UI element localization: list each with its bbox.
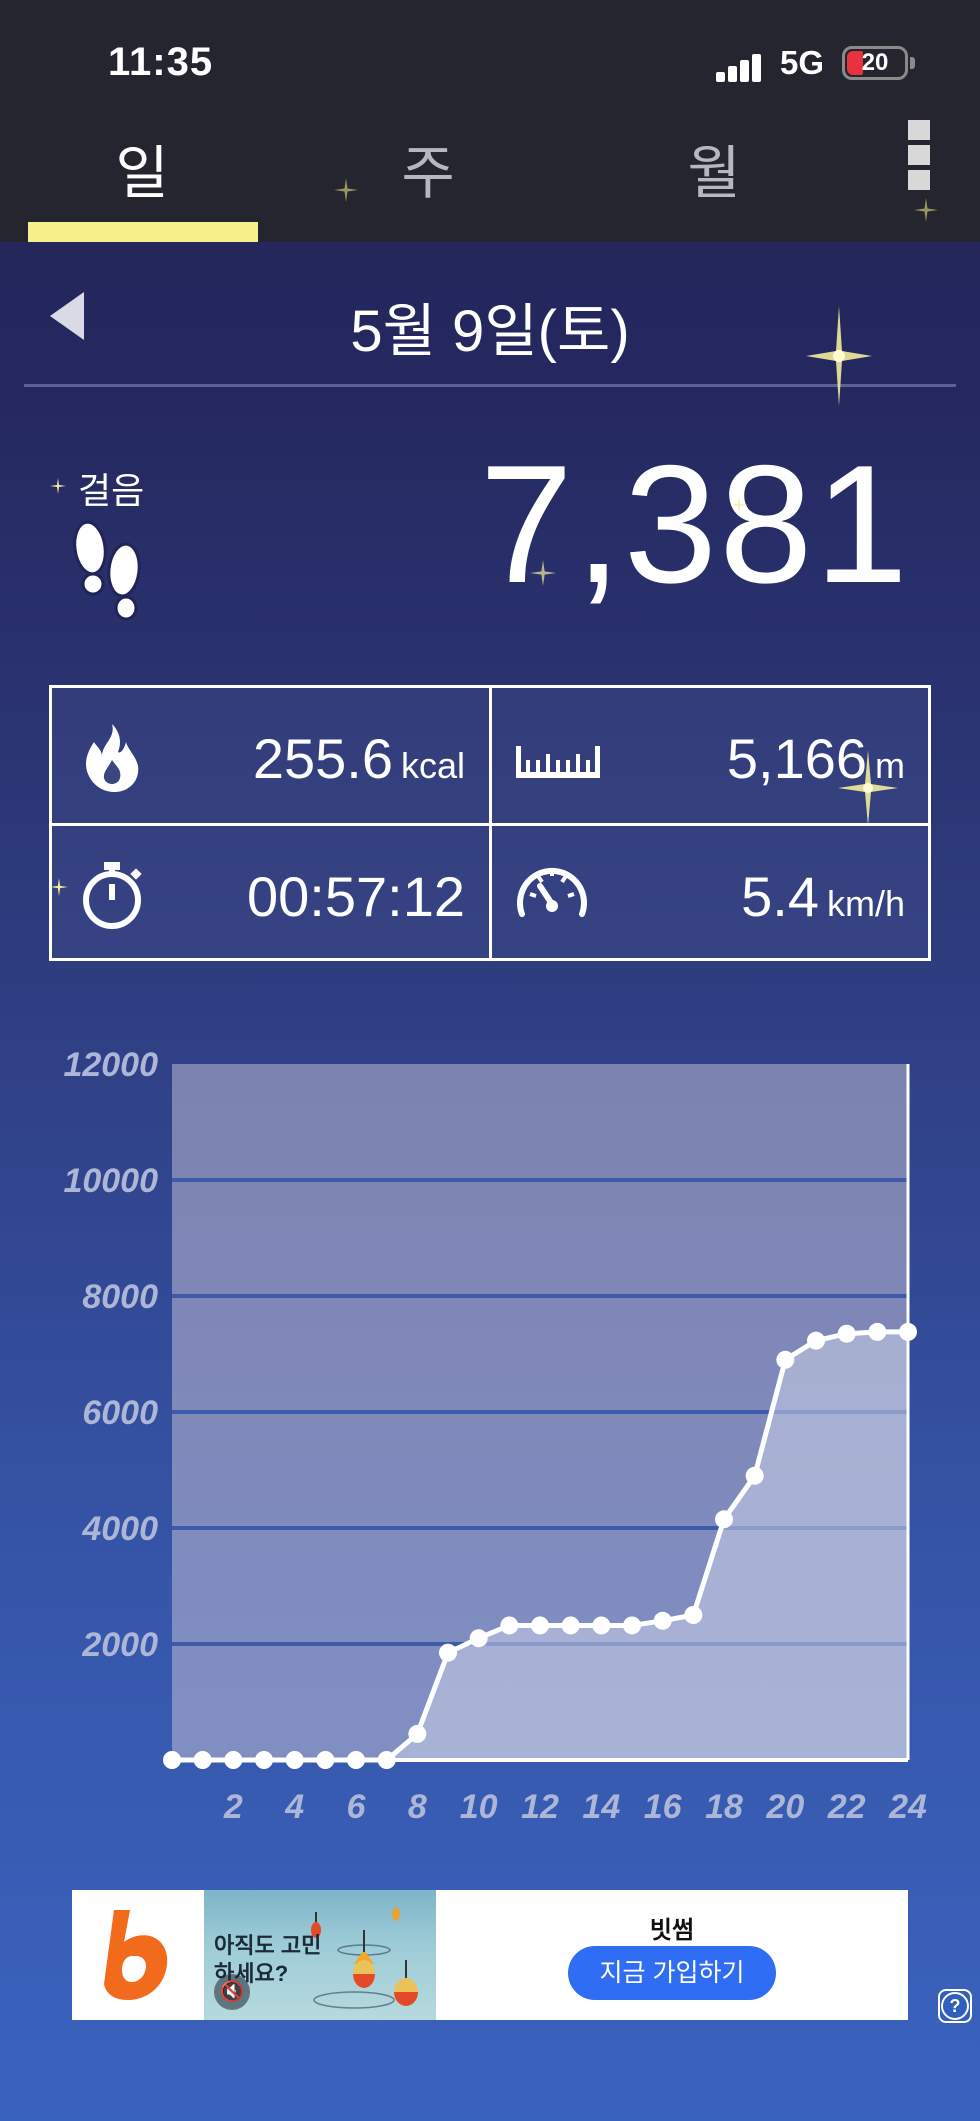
data-point <box>224 1751 243 1769</box>
stats-grid: 255.6 kcal 5,166 m 00:57:12 5.4 km/h <box>49 685 931 961</box>
battery-level: 20 <box>861 49 889 76</box>
x-tick-label: 20 <box>765 1788 804 1826</box>
data-point <box>469 1629 488 1648</box>
steps-label: 걸음 <box>78 470 145 511</box>
tab-day[interactable]: 일 <box>22 124 262 224</box>
x-tick-label: 2 <box>223 1788 243 1826</box>
speedometer-icon <box>517 867 587 917</box>
x-tick-label: 10 <box>460 1788 498 1826</box>
y-tick-label: 4000 <box>81 1510 158 1548</box>
tab-month[interactable]: 월 <box>594 124 834 224</box>
data-point <box>347 1751 365 1769</box>
sparkle-icon <box>530 560 556 586</box>
bithumb-logo-icon <box>104 1910 168 2000</box>
y-tick-label: 6000 <box>82 1394 158 1432</box>
data-point <box>899 1322 917 1341</box>
x-tick-label: 4 <box>284 1788 304 1826</box>
ad-image: 아직도 고민하세요? 🔇 <box>204 1890 436 2020</box>
calories-cell: 255.6 kcal <box>52 688 489 823</box>
status-time: 11:35 <box>108 40 214 84</box>
data-point <box>776 1350 795 1369</box>
data-point <box>316 1751 335 1769</box>
data-point <box>715 1510 733 1529</box>
speed-cell: 5.4 km/h <box>492 826 929 961</box>
data-point <box>623 1616 641 1635</box>
data-point <box>531 1616 549 1635</box>
ad-signup-button[interactable]: 지금 가입하기 <box>568 1946 776 2000</box>
data-point <box>592 1616 611 1635</box>
period-tabs: 일 주 월 <box>0 116 980 242</box>
data-point <box>193 1751 212 1769</box>
x-tick-label: 24 <box>888 1788 927 1826</box>
x-tick-label: 8 <box>408 1788 427 1826</box>
x-tick-label: 6 <box>347 1788 367 1826</box>
x-tick-label: 18 <box>705 1788 743 1826</box>
sparkle-icon <box>50 878 68 896</box>
ad-banner[interactable]: 아직도 고민하세요? 🔇 빗썸 지금 가입하기 <box>72 1890 908 2020</box>
sparkle-icon <box>334 178 358 202</box>
x-tick-label: 14 <box>582 1788 620 1826</box>
data-point <box>255 1751 273 1769</box>
status-bar: 11:35 5G 20 <box>0 0 980 116</box>
tab-week[interactable]: 주 <box>308 124 548 224</box>
ruler-icon <box>516 746 600 778</box>
mute-icon[interactable]: 🔇 <box>214 1974 250 2010</box>
x-tick-label: 12 <box>521 1788 559 1826</box>
data-point <box>745 1466 764 1485</box>
y-tick-label: 10000 <box>63 1162 158 1200</box>
battery-cap <box>910 57 915 69</box>
data-point <box>377 1751 396 1769</box>
speed-value: 5.4 <box>741 865 819 928</box>
sparkle-icon <box>50 478 66 494</box>
stopwatch-icon <box>83 862 142 929</box>
speed-unit: km/h <box>826 883 905 924</box>
flame-icon <box>86 724 139 792</box>
help-button[interactable]: ? <box>938 1989 972 2023</box>
data-point <box>653 1611 672 1630</box>
sparkle-icon <box>914 198 938 222</box>
ad-brand: 빗썸 <box>649 1917 695 1944</box>
data-point <box>807 1331 825 1350</box>
data-point <box>285 1751 304 1769</box>
footprints-icon <box>73 520 141 621</box>
sparkle-icon <box>730 496 748 514</box>
sparkle-icon <box>838 750 898 826</box>
y-tick-label: 12000 <box>63 1046 158 1084</box>
data-point <box>439 1643 457 1662</box>
data-point <box>837 1324 856 1343</box>
signal-icon <box>716 52 766 82</box>
calories-unit: kcal <box>400 745 465 786</box>
data-point <box>163 1751 181 1769</box>
help-icon: ? <box>941 1992 969 2020</box>
duration-cell: 00:57:12 <box>52 826 489 961</box>
tab-active-indicator <box>28 222 258 242</box>
data-point <box>684 1606 703 1624</box>
x-tick-label: 16 <box>644 1788 683 1826</box>
network-type: 5G <box>780 44 825 81</box>
data-point <box>408 1724 427 1743</box>
battery-icon: 20 <box>842 46 908 80</box>
steps-chart: 200040006000800010000120002 4 6 8 10 12 14 16 18… <box>63 1046 927 1826</box>
x-tick-label: 22 <box>827 1788 866 1826</box>
duration-value: 00:57:12 <box>247 865 465 928</box>
sparkle-icon <box>806 306 872 406</box>
data-point <box>500 1616 519 1635</box>
data-point <box>561 1616 580 1635</box>
y-tick-label: 8000 <box>82 1278 158 1316</box>
calories-value: 255.6 <box>252 727 393 790</box>
data-point <box>868 1322 887 1341</box>
y-tick-label: 2000 <box>81 1626 158 1664</box>
more-menu-button[interactable] <box>900 116 936 194</box>
